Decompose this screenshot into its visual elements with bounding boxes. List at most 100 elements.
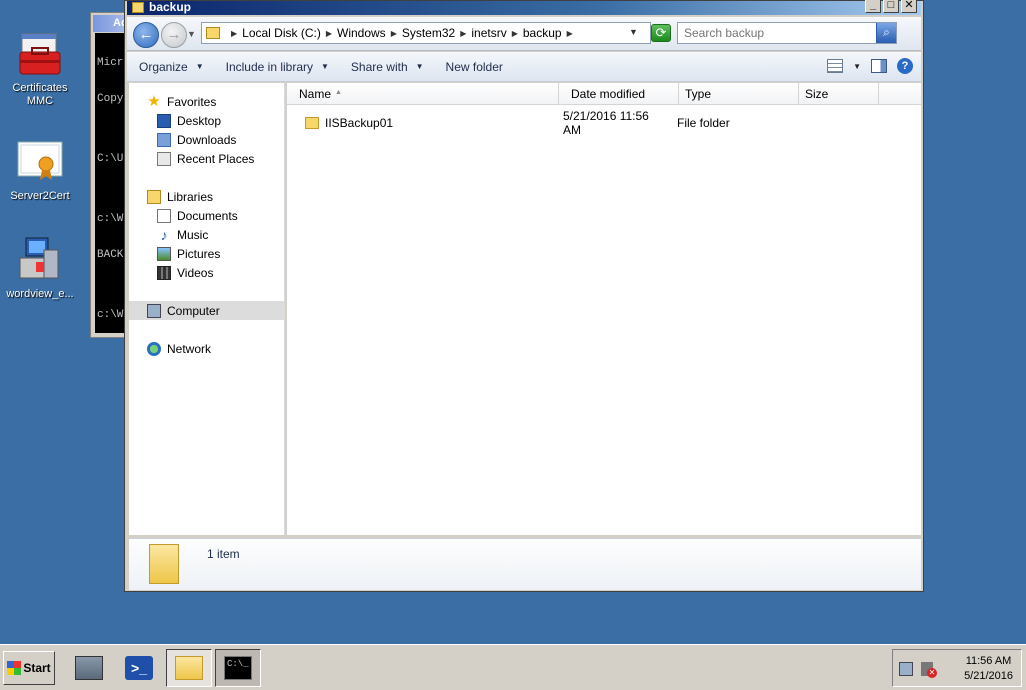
change-view-icon[interactable]: [827, 59, 844, 73]
include-in-library-menu[interactable]: Include in library ▼: [226, 60, 329, 74]
nav-item-computer[interactable]: Computer: [129, 301, 285, 320]
folder-icon: [206, 27, 220, 39]
new-folder-label: New folder: [445, 59, 503, 74]
chevron-right-icon[interactable]: ▶: [567, 29, 573, 38]
installer-icon: [16, 236, 64, 284]
nav-item-recent-places[interactable]: Recent Places: [129, 149, 285, 168]
network-icon: [147, 341, 161, 356]
nav-item-pictures[interactable]: Pictures: [129, 244, 285, 263]
file-type: File folder: [677, 116, 730, 130]
desktop-icon-wordview[interactable]: wordview_e...: [0, 236, 80, 301]
server-manager-icon: [75, 656, 103, 680]
chevron-right-icon[interactable]: ▶: [326, 29, 332, 38]
star-icon: ★: [147, 92, 161, 110]
taskbar-windows-explorer[interactable]: [166, 649, 212, 687]
nav-item-videos[interactable]: Videos: [129, 263, 285, 282]
console-line: c:\W: [97, 309, 124, 321]
downloads-icon: [157, 132, 171, 147]
file-row[interactable]: IISBackup01 5/21/2016 11:56 AM File fold…: [287, 109, 887, 137]
nav-item-documents[interactable]: Documents: [129, 206, 285, 225]
preview-pane-icon[interactable]: [871, 59, 887, 73]
nav-item-label: Pictures: [177, 246, 221, 261]
taskbar-server-manager[interactable]: [66, 649, 112, 687]
explorer-window[interactable]: backup _ □ ✕ ← → ▼ ▶ Local Disk (C:) ▶ W…: [124, 0, 924, 592]
minimize-button[interactable]: _: [865, 0, 881, 13]
desktop-icon-label: Certificates MMC: [12, 82, 68, 107]
nav-item-label: Libraries: [167, 189, 214, 204]
back-button[interactable]: ←: [133, 22, 159, 48]
nav-item-label: Desktop: [177, 113, 222, 128]
maximize-button[interactable]: □: [883, 0, 899, 13]
share-with-label: Share with: [350, 59, 408, 74]
organize-label: Organize: [139, 59, 188, 74]
column-header-label: Type: [685, 87, 712, 101]
chevron-right-icon[interactable]: ▶: [391, 29, 397, 38]
videos-icon: [157, 265, 171, 280]
item-count: 1 item: [207, 547, 240, 561]
chevron-down-icon: ▼: [415, 62, 424, 71]
console-line: BACK: [97, 249, 124, 261]
search-icon[interactable]: ⌕: [876, 23, 896, 43]
breadcrumb-item[interactable]: Local Disk (C:): [242, 26, 321, 40]
libraries-icon: [147, 189, 161, 204]
chevron-right-icon[interactable]: ▶: [460, 29, 466, 38]
breadcrumb-item[interactable]: inetsrv: [471, 26, 506, 40]
column-header-name[interactable]: Name ▲: [287, 83, 559, 105]
new-folder-button[interactable]: New folder: [446, 60, 503, 74]
file-name: IISBackup01: [325, 116, 394, 130]
refresh-icon: ⟳: [655, 25, 667, 40]
explorer-titlebar[interactable]: backup _ □ ✕: [127, 0, 921, 15]
file-list[interactable]: Name ▲ Date modified Type Size IISBackup…: [287, 83, 921, 535]
breadcrumb-item[interactable]: System32: [402, 26, 455, 40]
recent-pages-dropdown[interactable]: ▼: [187, 29, 196, 39]
pictures-icon: [157, 246, 171, 261]
nav-item-downloads[interactable]: Downloads: [129, 130, 285, 149]
include-in-library-label: Include in library: [225, 59, 313, 74]
column-header-date-modified[interactable]: Date modified: [559, 83, 679, 105]
search-input[interactable]: [678, 23, 876, 43]
notification-area: ✕ 11:56 AM 5/21/2016: [892, 649, 1022, 687]
column-headers: Name ▲ Date modified Type Size: [287, 83, 921, 105]
search-box[interactable]: ⌕: [677, 22, 897, 44]
sort-ascending-icon: ▲: [335, 89, 342, 96]
folder-icon: [149, 544, 179, 584]
nav-item-music[interactable]: ♪ Music: [129, 225, 285, 244]
nav-item-label: Network: [167, 341, 212, 356]
toolbox-icon: [16, 30, 64, 78]
window-title: backup: [149, 0, 192, 14]
nav-item-libraries[interactable]: Libraries: [129, 187, 285, 206]
nav-item-label: Videos: [177, 265, 214, 280]
refresh-button[interactable]: ⟳: [651, 24, 671, 42]
address-dropdown-button[interactable]: ▼: [629, 27, 638, 37]
computer-icon: [147, 303, 161, 318]
column-header-label: Date modified: [571, 87, 646, 101]
taskbar-powershell[interactable]: >_: [116, 649, 162, 687]
nav-item-favorites[interactable]: ★ Favorites: [129, 92, 285, 111]
desktop-icon-label: wordview_e...: [6, 288, 74, 300]
column-header-size[interactable]: Size: [799, 83, 879, 105]
breadcrumb[interactable]: ▶ Local Disk (C:) ▶ Windows ▶ System32 ▶…: [201, 22, 651, 44]
nav-item-network[interactable]: Network: [129, 339, 285, 358]
column-header-type[interactable]: Type: [679, 83, 799, 105]
help-icon[interactable]: ?: [897, 58, 913, 74]
nav-item-label: Documents: [177, 208, 238, 223]
nav-item-label: Downloads: [177, 132, 237, 147]
desktop-icon-certificates-mmc[interactable]: Certificates MMC: [0, 30, 80, 108]
start-button[interactable]: Start: [3, 651, 55, 685]
breadcrumb-item[interactable]: Windows: [337, 26, 386, 40]
close-button[interactable]: ✕: [901, 0, 917, 13]
chevron-right-icon[interactable]: ▶: [512, 29, 518, 38]
desktop-icon-server2cert[interactable]: Server2Cert: [0, 138, 80, 203]
navigation-pane: ★ Favorites Desktop Downloads Recent Pla…: [129, 83, 285, 535]
share-with-menu[interactable]: Share with ▼: [351, 60, 424, 74]
organize-menu[interactable]: Organize ▼: [139, 60, 204, 74]
breadcrumb-item[interactable]: backup: [523, 26, 562, 40]
view-options-dropdown[interactable]: ▼: [853, 62, 861, 71]
network-tray-icon[interactable]: [899, 662, 913, 676]
clock[interactable]: 11:56 AM 5/21/2016: [964, 654, 1013, 684]
nav-item-desktop[interactable]: Desktop: [129, 111, 285, 130]
forward-button[interactable]: →: [161, 22, 187, 48]
taskbar-command-prompt[interactable]: C:\_: [215, 649, 261, 687]
command-prompt-icon: C:\_: [224, 656, 252, 680]
chevron-right-icon[interactable]: ▶: [231, 29, 237, 38]
